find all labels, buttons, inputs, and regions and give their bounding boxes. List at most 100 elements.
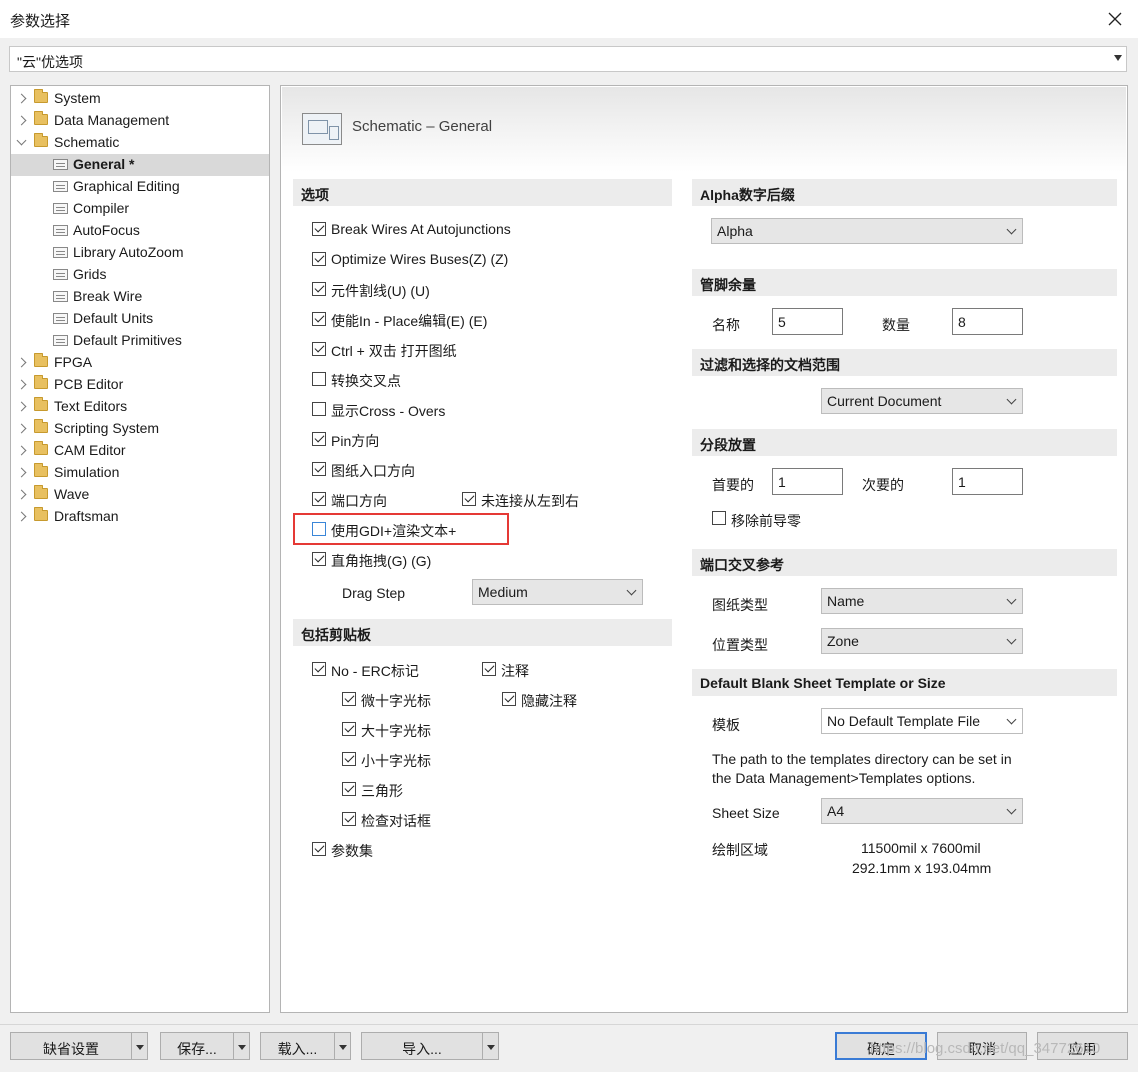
load-button[interactable]: 载入... — [260, 1032, 335, 1060]
load-menu-arrow[interactable] — [334, 1032, 351, 1060]
alpha-suffix-header: Alpha数字后缀 — [692, 179, 1117, 206]
chevron-down-icon — [1006, 634, 1017, 645]
chevron-down-icon — [1114, 55, 1122, 61]
tree-item-wave[interactable]: Wave — [11, 484, 269, 506]
option-9-checkbox[interactable] — [312, 492, 326, 506]
chevron-down-icon[interactable] — [16, 135, 27, 146]
tree-item-text-editors[interactable]: Text Editors — [11, 396, 269, 418]
close-button[interactable] — [1092, 0, 1138, 38]
save-button[interactable]: 保存... — [160, 1032, 234, 1060]
tree-item-label: System — [54, 90, 101, 106]
clipboard-sub-4-checkbox[interactable] — [342, 812, 356, 826]
option-4-checkbox[interactable] — [312, 342, 326, 356]
remove-leading-zero-checkbox[interactable] — [712, 511, 726, 525]
option-6-checkbox[interactable] — [312, 402, 326, 416]
option-11-checkbox[interactable] — [312, 552, 326, 566]
tree-item-simulation[interactable]: Simulation — [11, 462, 269, 484]
tree-item-library-autozoom[interactable]: Library AutoZoom — [11, 242, 269, 264]
settings-page-icon — [53, 225, 68, 236]
unconnected-left-to-right-label: 未连接从左到右 — [481, 493, 579, 509]
chevron-right-icon[interactable] — [16, 445, 27, 456]
template-value: No Default Template File — [827, 713, 981, 729]
alpha-suffix-value: Alpha — [717, 223, 753, 239]
chevron-right-icon[interactable] — [16, 423, 27, 434]
tree-item-label: Wave — [54, 486, 90, 502]
primary-input[interactable]: 1 — [772, 468, 843, 495]
option-7-checkbox[interactable] — [312, 432, 326, 446]
sheet-type-dropdown[interactable]: Name — [821, 588, 1023, 614]
chevron-right-icon[interactable] — [16, 93, 27, 104]
tree-item-scripting-system[interactable]: Scripting System — [11, 418, 269, 440]
chevron-right-icon[interactable] — [16, 357, 27, 368]
filter-scope-dropdown[interactable]: Current Document — [821, 388, 1023, 414]
settings-page-icon — [53, 269, 68, 280]
chevron-right-icon[interactable] — [16, 115, 27, 126]
defaults-menu-arrow[interactable] — [131, 1032, 148, 1060]
option-2-checkbox[interactable] — [312, 282, 326, 296]
tree-item-system[interactable]: System — [11, 88, 269, 110]
preferences-profile-combo[interactable]: "云"优选项 — [9, 46, 1127, 72]
tree-item-default-units[interactable]: Default Units — [11, 308, 269, 330]
defaults-button[interactable]: 缺省设置 — [10, 1032, 132, 1060]
clipboard-sub-2-checkbox[interactable] — [342, 752, 356, 766]
tree-item-graphical-editing[interactable]: Graphical Editing — [11, 176, 269, 198]
param-set-checkbox[interactable] — [312, 842, 326, 856]
tree-item-autofocus[interactable]: AutoFocus — [11, 220, 269, 242]
draw-area-mil: 11500mil x 7600mil — [861, 840, 981, 856]
import-menu-arrow[interactable] — [482, 1032, 499, 1060]
template-dropdown[interactable]: No Default Template File — [821, 708, 1023, 734]
option-10-checkbox[interactable] — [312, 522, 326, 536]
chevron-right-icon[interactable] — [16, 511, 27, 522]
tree-item-draftsman[interactable]: Draftsman — [11, 506, 269, 528]
option-11-label: 直角拖拽(G) (G) — [331, 553, 432, 569]
tree-item-pcb-editor[interactable]: PCB Editor — [11, 374, 269, 396]
secondary-input[interactable]: 1 — [952, 468, 1023, 495]
pin-count-margin-input[interactable]: 8 — [952, 308, 1023, 335]
drag-step-label: Drag Step — [342, 585, 406, 601]
tree-item-data-management[interactable]: Data Management — [11, 110, 269, 132]
clipboard-sub-1-checkbox[interactable] — [342, 722, 356, 736]
folder-icon — [34, 463, 48, 477]
save-menu-arrow[interactable] — [233, 1032, 250, 1060]
tree-item-fpga[interactable]: FPGA — [11, 352, 269, 374]
chevron-right-icon[interactable] — [16, 401, 27, 412]
tree-item-compiler[interactable]: Compiler — [11, 198, 269, 220]
tree-item-schematic[interactable]: Schematic — [11, 132, 269, 154]
pin-name-margin-input[interactable]: 5 — [772, 308, 843, 335]
chevron-right-icon[interactable] — [16, 379, 27, 390]
tree-item-grids[interactable]: Grids — [11, 264, 269, 286]
folder-icon — [34, 133, 48, 147]
tree-item-cam-editor[interactable]: CAM Editor — [11, 440, 269, 462]
import-button[interactable]: 导入... — [361, 1032, 483, 1060]
clipboard-sub-0-checkbox[interactable] — [342, 692, 356, 706]
option-0-checkbox[interactable] — [312, 222, 326, 236]
option-3-checkbox[interactable] — [312, 312, 326, 326]
no-erc-checkbox[interactable] — [312, 662, 326, 676]
tree-item-general[interactable]: General * — [11, 154, 269, 176]
option-1-checkbox[interactable] — [312, 252, 326, 266]
clipboard-sub-4-label: 检查对话框 — [361, 813, 431, 829]
location-type-dropdown[interactable]: Zone — [821, 628, 1023, 654]
chevron-down-icon — [1006, 714, 1017, 725]
clipboard-sub-3-checkbox[interactable] — [342, 782, 356, 796]
folder-icon — [34, 507, 48, 521]
hidden-annotation-checkbox[interactable] — [502, 692, 516, 706]
unconnected-left-to-right-checkbox[interactable] — [462, 492, 476, 506]
folder-icon — [34, 397, 48, 411]
tree-item-break-wire[interactable]: Break Wire — [11, 286, 269, 308]
option-5-checkbox[interactable] — [312, 372, 326, 386]
sheet-size-dropdown[interactable]: A4 — [821, 798, 1023, 824]
annotation-checkbox[interactable] — [482, 662, 496, 676]
alpha-suffix-dropdown[interactable]: Alpha — [711, 218, 1023, 244]
drag-step-dropdown[interactable]: Medium — [472, 579, 643, 605]
tree-item-label: CAM Editor — [54, 442, 126, 458]
chevron-right-icon[interactable] — [16, 489, 27, 500]
remove-leading-zero-label: 移除前导零 — [731, 513, 801, 529]
folder-icon — [34, 111, 48, 125]
secondary-label: 次要的 — [862, 477, 904, 493]
chevron-right-icon[interactable] — [16, 467, 27, 478]
pin-count-label: 数量 — [882, 317, 910, 333]
option-8-checkbox[interactable] — [312, 462, 326, 476]
category-tree[interactable]: System Data Management Schematic General * G… — [10, 85, 270, 1013]
tree-item-default-primitives[interactable]: Default Primitives — [11, 330, 269, 352]
